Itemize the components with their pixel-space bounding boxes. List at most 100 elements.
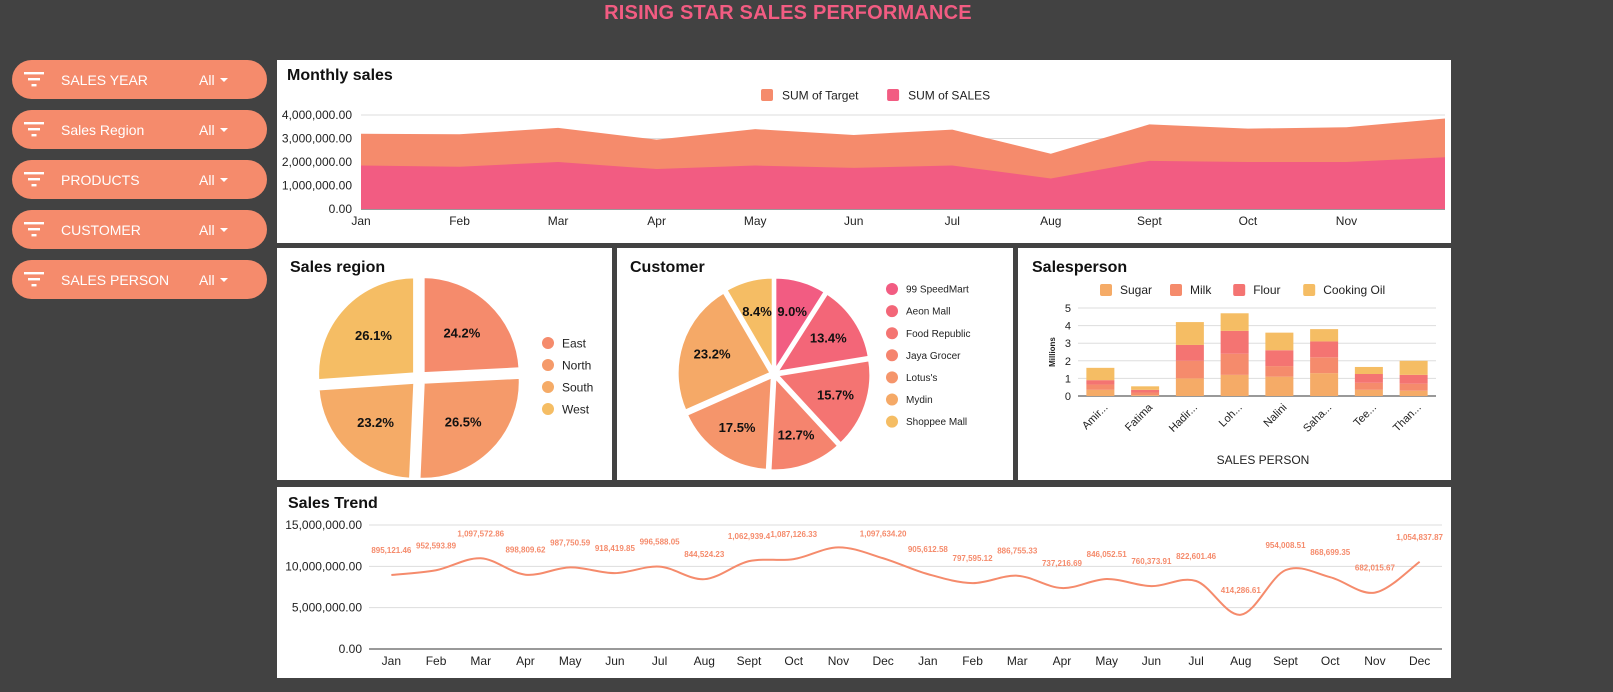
salesperson-panel: Salesperson 0 1 2 3 4 5 Millions Amir... Fatima H…	[1018, 248, 1451, 480]
data-label: 1,062,939.4	[728, 532, 771, 541]
data-label: 822,601.46	[1176, 552, 1217, 561]
bar-segment	[1220, 330, 1249, 354]
y-tick-label: 0.00	[329, 202, 353, 216]
x-tick-label: Apr	[516, 654, 535, 668]
filter-label: SALES YEAR	[61, 72, 148, 88]
x-tick-label: Feb	[962, 654, 983, 668]
bar-segment	[1310, 373, 1339, 396]
y-tick-label: 5,000,000.00	[292, 601, 362, 615]
x-tick-label: Dec	[872, 654, 893, 668]
legend-label: Milk	[1190, 283, 1212, 297]
legend-swatch	[542, 403, 554, 415]
x-tick-label: Apr	[1053, 654, 1072, 668]
filter-icon	[24, 222, 44, 237]
x-tick-label: Aug	[1230, 654, 1251, 668]
legend-swatch	[886, 393, 898, 406]
bar-segment	[1086, 367, 1115, 381]
x-tick-label: Sept	[1273, 654, 1298, 668]
bar-segment	[1131, 395, 1160, 396]
slice-label: 12.7%	[778, 428, 815, 443]
legend-swatch	[1100, 284, 1112, 296]
bar-segment	[1310, 357, 1339, 374]
y-tick-label: 4,000,000.00	[282, 108, 352, 122]
legend-swatch	[1303, 284, 1316, 296]
legend-swatch	[886, 283, 898, 295]
bar-segment	[1175, 322, 1204, 345]
x-tick-label: Jun	[844, 214, 863, 228]
x-tick-label: Mar	[470, 654, 491, 668]
legend-label: Cooking Oil	[1323, 283, 1385, 297]
legend-swatch	[886, 327, 898, 340]
filter-label: CUSTOMER	[61, 222, 141, 238]
x-tick-label: Loh...	[1217, 402, 1245, 430]
x-tick-label: May	[744, 214, 767, 228]
data-label: 918,419.85	[595, 544, 636, 553]
chevron-down-icon	[220, 228, 228, 232]
slice-label: 13.4%	[810, 331, 847, 346]
y-tick-label: 3	[1065, 338, 1071, 350]
legend-label: East	[562, 336, 587, 350]
bar-segment	[1354, 374, 1383, 383]
bar-segment	[1310, 341, 1339, 358]
data-label: 952,593.89	[416, 541, 457, 550]
x-tick-label: Jan	[918, 654, 937, 668]
slice-label: 26.1%	[355, 328, 392, 343]
legend-label: Mydin	[906, 395, 933, 406]
x-tick-label: Mar	[1007, 654, 1028, 668]
data-label: 895,121.46	[371, 546, 412, 555]
bar-segment	[1220, 374, 1249, 396]
slice-label: 9.0%	[777, 304, 807, 319]
bar-segment	[1220, 353, 1249, 375]
filter-products[interactable]: PRODUCTS All	[12, 160, 267, 199]
slice-label: 23.2%	[694, 347, 731, 362]
data-label: 414,286.61	[1221, 586, 1262, 595]
bar-segment	[1399, 383, 1428, 391]
data-label: 886,755.33	[997, 547, 1038, 556]
y-tick-label: 0	[1065, 391, 1071, 403]
chevron-down-icon	[220, 128, 228, 132]
legend-label: Flour	[1253, 283, 1280, 297]
data-label: 1,087,126.33	[770, 530, 817, 539]
x-tick-label: Hadir...	[1167, 402, 1200, 435]
filter-sales-person[interactable]: SALES PERSON All	[12, 260, 267, 299]
filter-icon	[24, 272, 44, 287]
filter-sales-year[interactable]: SALES YEAR All	[12, 60, 267, 99]
filter-customer[interactable]: CUSTOMER All	[12, 210, 267, 249]
x-tick-label: Nov	[1336, 214, 1357, 228]
x-tick-label: Saha...	[1301, 402, 1334, 435]
data-label: 954,008.51	[1265, 541, 1306, 550]
legend-label: 99 SpeedMart	[906, 285, 969, 296]
y-tick-label: 2	[1065, 356, 1071, 368]
x-tick-label: Nov	[828, 654, 849, 668]
legend-swatch	[886, 305, 898, 318]
slice-label: 26.5%	[445, 414, 482, 429]
data-label: 797,595.12	[953, 554, 994, 563]
chevron-down-icon	[220, 178, 228, 182]
data-label: 844,524.23	[684, 550, 725, 559]
x-tick-label: Sept	[737, 654, 762, 668]
trend-line	[391, 546, 1421, 616]
legend-swatch	[542, 381, 554, 393]
y-tick-label: 1	[1065, 373, 1071, 385]
bar-segment	[1131, 389, 1160, 393]
filter-sales-region[interactable]: Sales Region All	[12, 110, 267, 149]
filter-value: All	[199, 122, 215, 138]
monthly-sales-panel: Monthly sales 0.00 1,000,000.00 2,000,000.…	[277, 60, 1451, 243]
filter-value: All	[199, 222, 215, 238]
legend-swatch	[886, 415, 898, 428]
legend-label: SUM of SALES	[908, 89, 990, 103]
y-tick-label: 0.00	[339, 642, 363, 656]
sales-region-panel: Sales region 24.2% East 26.5% North 23.2% Sou…	[277, 248, 612, 480]
filter-value: All	[199, 72, 215, 88]
legend-swatch	[1233, 284, 1246, 296]
sales-trend-panel: Sales Trend 0.00 5,000,000.00 10,000,000.0…	[277, 487, 1451, 678]
x-tick-label: Dec	[1409, 654, 1430, 668]
data-label: 1,097,634.20	[860, 529, 907, 538]
x-tick-label: Nalini	[1262, 402, 1290, 430]
y-tick-label: 15,000,000.00	[285, 518, 362, 532]
bar-segment	[1354, 389, 1383, 396]
bar-segment	[1175, 344, 1204, 361]
legend-label: Aeon Mall	[906, 307, 950, 318]
x-tick-label: Tee...	[1351, 402, 1379, 430]
bar-segment	[1399, 390, 1428, 396]
